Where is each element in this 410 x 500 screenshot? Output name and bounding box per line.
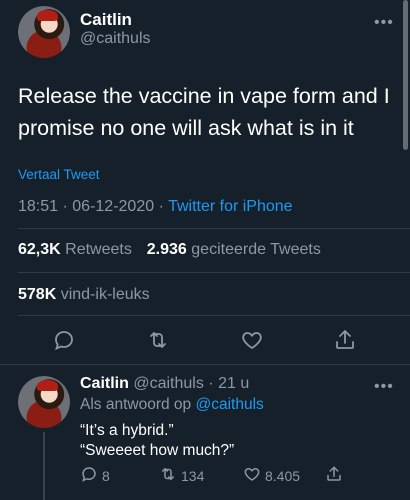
reply-avatar[interactable] [18,376,70,428]
author-handle[interactable]: @caithuls [80,30,151,48]
reply-text-line1: “It’s a hybrid.” [80,422,174,439]
thread-line [43,432,45,500]
avatar-hat [36,9,58,22]
divider [18,228,410,229]
reply-time[interactable]: · 21 u [208,375,249,392]
tweet-date: 06-12-2020 [72,198,155,215]
divider [18,315,410,316]
author-name[interactable]: Caitlin [80,10,132,30]
share-icon[interactable] [333,328,357,352]
quote-tweets-label[interactable]: geciteerde Tweets [191,241,321,258]
scrollbar[interactable] [403,0,408,150]
tweet-text: Release the vaccine in vape form and I p… [18,80,398,144]
like-icon[interactable] [240,328,264,352]
reply-icon[interactable] [52,328,76,352]
more-options-button[interactable]: ••• [374,14,394,32]
retweet-icon [159,465,177,486]
like-stats: 578K vind-ik-leuks [18,286,150,304]
tweet-meta: 18:51 · 06-12-2020 · Twitter for iPhone [18,198,293,216]
reply-reply-button[interactable]: 8 [80,465,110,486]
reply-header: Caitlin @caithuls · 21 u [80,375,249,393]
meta-separator: · [158,198,164,215]
tweet-source-link[interactable]: Twitter for iPhone [168,198,293,215]
reply-like-button[interactable]: 8.405 [243,465,300,486]
likes-label[interactable]: vind-ik-leuks [61,286,150,303]
avatar-hat [36,379,58,392]
likes-count[interactable]: 578K [18,286,56,303]
reply-author-name[interactable]: Caitlin [80,375,129,392]
reply-icon [80,465,98,486]
retweet-icon[interactable] [146,328,170,352]
reply-share-button[interactable] [325,465,343,488]
tweet-text-line1: Release the vaccine in vape form and I [18,84,390,108]
avatar[interactable] [18,6,70,58]
meta-separator: · [62,198,68,215]
tweet-text-line2: promise no one will ask what is in it [18,116,354,140]
retweet-count: 134 [181,467,205,484]
divider [18,272,410,273]
like-count: 8.405 [265,467,301,484]
like-icon [243,465,261,486]
retweets-label[interactable]: Retweets [65,241,132,258]
reply-context: Als antwoord op @caithuls [80,396,264,414]
share-icon [325,466,343,487]
retweet-stats: 62,3K Retweets 2.936 geciteerde Tweets [18,241,321,259]
reply-retweet-button[interactable]: 134 [159,465,204,486]
reply-author-handle[interactable]: @caithuls [133,375,204,392]
tweet-time: 18:51 [18,198,59,215]
reply-count: 8 [102,467,110,484]
translate-tweet-link[interactable]: Vertaal Tweet [18,167,100,182]
reply-text-line2: “Sweeeet how much?” [80,442,235,459]
quote-tweets-count[interactable]: 2.936 [147,241,187,258]
section-divider [0,364,410,365]
reply-more-options-button[interactable]: ••• [374,378,394,396]
reply-to-prefix: Als antwoord op [80,396,192,413]
retweets-count[interactable]: 62,3K [18,241,61,258]
reply-text: “It’s a hybrid.” “Sweeeet how much?” [80,421,234,461]
reply-to-handle[interactable]: @caithuls [195,396,263,413]
